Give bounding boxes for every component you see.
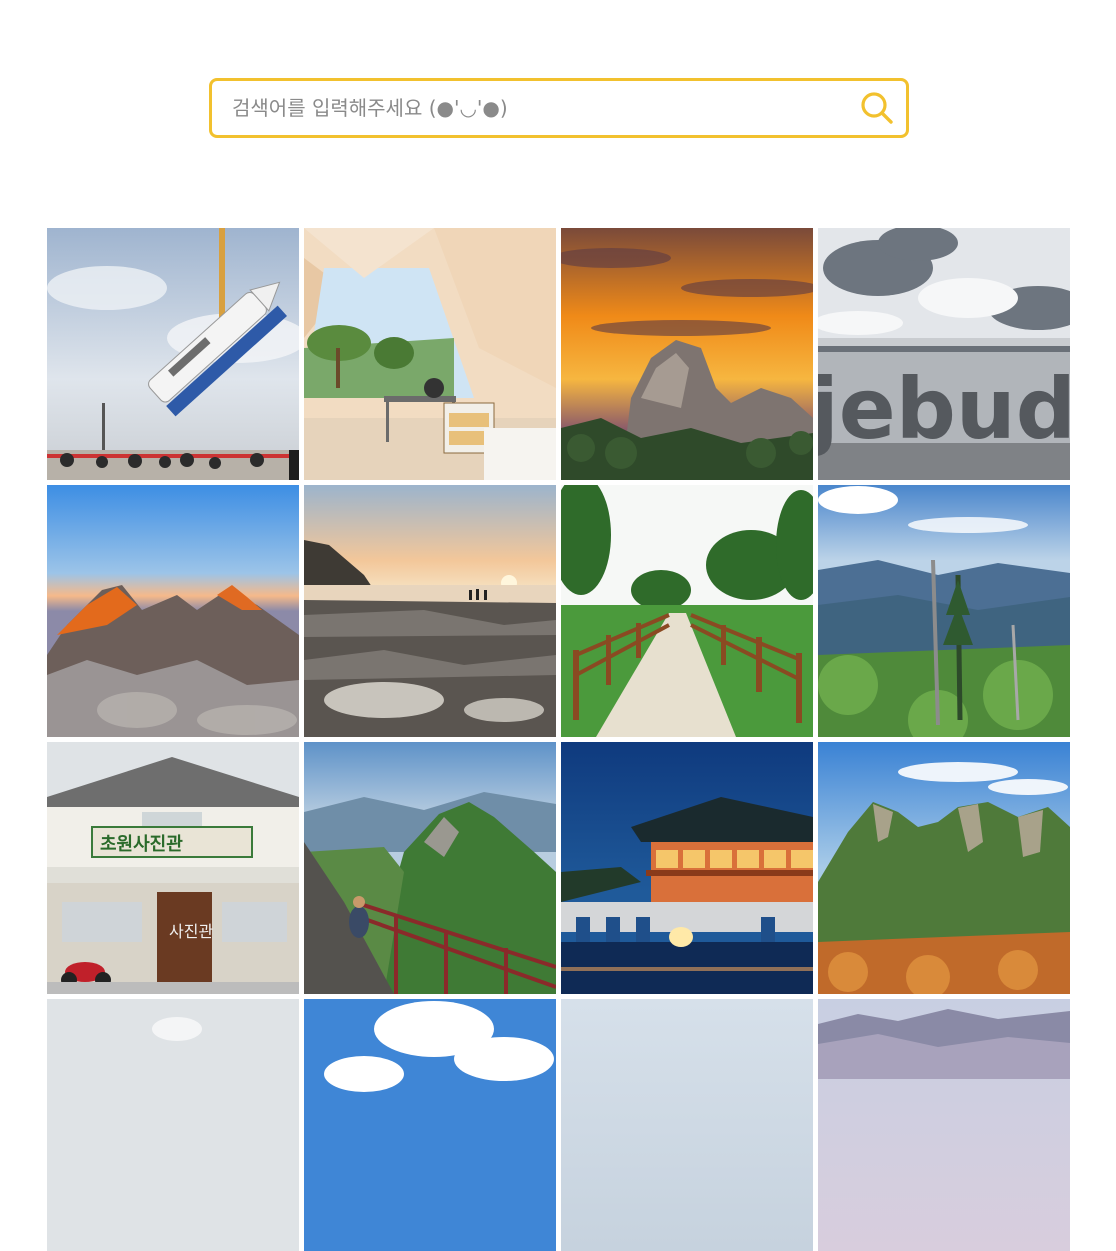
blue-sky-clouds-image <box>304 999 556 1251</box>
search-input[interactable] <box>212 81 852 135</box>
photo-studio-image: 초원사진관 사진관 <box>47 742 299 994</box>
misty-mountains-image <box>818 999 1070 1251</box>
mountain-dawn-photo[interactable] <box>47 485 299 737</box>
glamping-tent-photo[interactable] <box>304 228 556 480</box>
mountain-dawn-image <box>47 485 299 737</box>
pale-sky-photo[interactable] <box>561 999 813 1251</box>
mountain-trees-photo[interactable] <box>818 485 1070 737</box>
rocket-launch-image <box>47 228 299 480</box>
studio-door-text: 사진관 <box>169 922 213 941</box>
blue-sky-clouds-photo[interactable] <box>304 999 556 1251</box>
sunrise-peak-photo[interactable] <box>561 228 813 480</box>
jebudo-sign-text: jebudo <box>818 360 1070 458</box>
pale-sky-image <box>561 999 813 1251</box>
jebudo-sign-image: jebudo <box>818 228 1070 480</box>
studio-sign-text: 초원사진관 <box>100 834 183 855</box>
night-pavilion-photo[interactable] <box>561 742 813 994</box>
search-icon <box>861 92 893 124</box>
green-mountain-image <box>818 742 1070 994</box>
wooden-fence-path-photo[interactable] <box>561 485 813 737</box>
misty-mountains-photo[interactable] <box>818 999 1070 1251</box>
green-mountain-photo[interactable] <box>818 742 1070 994</box>
rocky-coast-sunset-image <box>304 485 556 737</box>
hazy-sky-photo[interactable] <box>47 999 299 1251</box>
night-pavilion-image <box>561 742 813 994</box>
search-button[interactable] <box>858 89 896 127</box>
search-bar <box>209 78 909 138</box>
rocky-coast-sunset-photo[interactable] <box>304 485 556 737</box>
wooden-fence-path-image <box>561 485 813 737</box>
mountain-stairs-image <box>304 742 556 994</box>
photo-studio-photo[interactable]: 초원사진관 사진관 <box>47 742 299 994</box>
glamping-tent-image <box>304 228 556 480</box>
sunrise-peak-image <box>561 228 813 480</box>
jebudo-sign-photo[interactable]: jebudo <box>818 228 1070 480</box>
rocket-launch-photo[interactable] <box>47 228 299 480</box>
photo-grid: jebudo <box>47 228 1070 1251</box>
mountain-trees-image <box>818 485 1070 737</box>
mountain-stairs-photo[interactable] <box>304 742 556 994</box>
hazy-sky-image <box>47 999 299 1251</box>
